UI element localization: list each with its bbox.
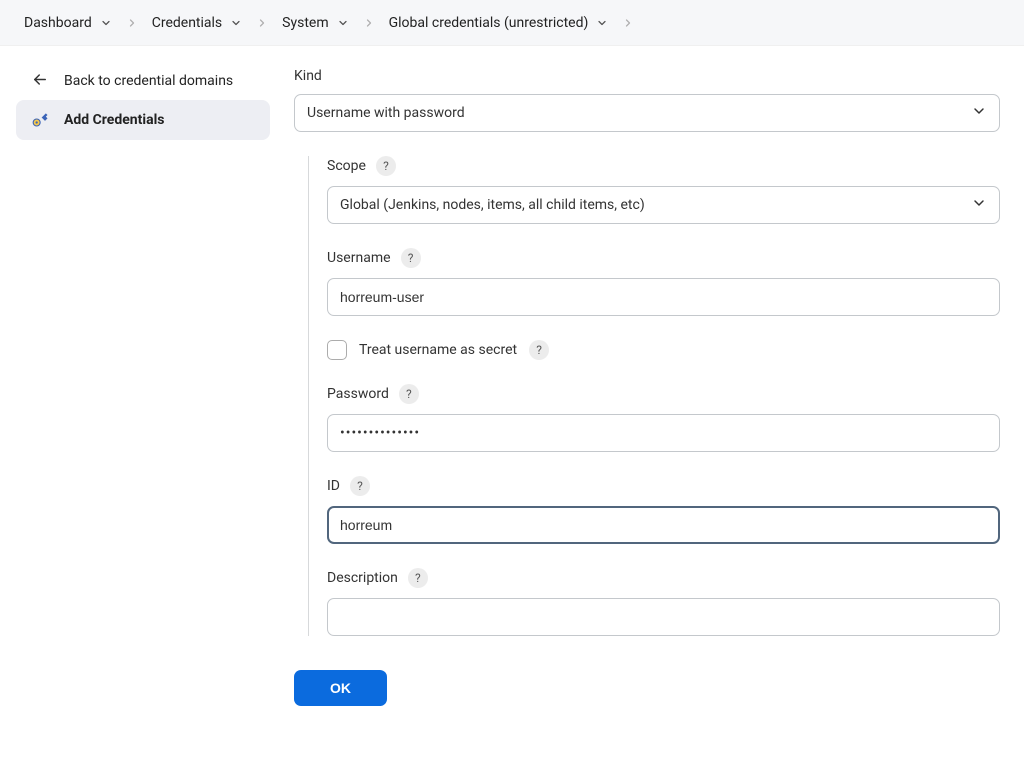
chevron-right-icon — [363, 17, 375, 29]
chevron-down-icon — [971, 103, 987, 123]
scope-label: Scope — [327, 158, 366, 174]
description-label: Description — [327, 570, 398, 586]
id-input[interactable] — [327, 506, 1000, 544]
help-icon[interactable]: ? — [399, 384, 419, 404]
breadcrumb-item-system[interactable]: System — [282, 15, 348, 31]
treat-secret-label: Treat username as secret — [359, 342, 517, 358]
breadcrumb-label: Global credentials (unrestricted) — [389, 15, 589, 31]
breadcrumb-label: Credentials — [152, 15, 222, 31]
breadcrumb-item-dashboard[interactable]: Dashboard — [24, 15, 112, 31]
breadcrumb-item-credentials[interactable]: Credentials — [152, 15, 242, 31]
kind-value: Username with password — [307, 105, 465, 121]
username-label: Username — [327, 250, 391, 266]
sidebar: Back to credential domains Add Credentia… — [0, 46, 286, 768]
breadcrumb-label: System — [282, 15, 328, 31]
chevron-right-icon — [256, 17, 268, 29]
key-icon — [30, 110, 50, 130]
password-value: •••••••••••••• — [340, 425, 420, 441]
chevron-down-icon — [100, 17, 112, 29]
chevron-down-icon — [971, 195, 987, 215]
main-content: Kind Username with password Scope ? Glob… — [286, 46, 1024, 768]
help-icon[interactable]: ? — [376, 156, 396, 176]
help-icon[interactable]: ? — [529, 340, 549, 360]
sidebar-item-label: Add Credentials — [64, 112, 165, 128]
sidebar-item-back[interactable]: Back to credential domains — [16, 62, 270, 100]
treat-secret-checkbox[interactable] — [327, 340, 347, 360]
kind-label: Kind — [294, 68, 322, 84]
ok-button[interactable]: OK — [294, 670, 387, 706]
help-icon[interactable]: ? — [350, 476, 370, 496]
chevron-down-icon — [230, 17, 242, 29]
help-icon[interactable]: ? — [401, 248, 421, 268]
password-label: Password — [327, 386, 389, 402]
chevron-down-icon — [337, 17, 349, 29]
scope-select[interactable]: Global (Jenkins, nodes, items, all child… — [327, 186, 1000, 224]
breadcrumb-item-global[interactable]: Global credentials (unrestricted) — [389, 15, 609, 31]
username-input[interactable] — [327, 278, 1000, 316]
description-input[interactable] — [327, 598, 1000, 636]
id-label: ID — [327, 478, 340, 494]
scope-value: Global (Jenkins, nodes, items, all child… — [340, 197, 645, 213]
breadcrumb-label: Dashboard — [24, 15, 92, 31]
chevron-down-icon — [596, 17, 608, 29]
breadcrumb: Dashboard Credentials System Global cred… — [0, 0, 1024, 46]
help-icon[interactable]: ? — [408, 568, 428, 588]
kind-select[interactable]: Username with password — [294, 94, 1000, 132]
arrow-up-left-icon — [30, 72, 50, 90]
password-input[interactable]: •••••••••••••• — [327, 414, 1000, 452]
chevron-right-icon — [126, 17, 138, 29]
chevron-right-icon — [622, 17, 634, 29]
sidebar-item-label: Back to credential domains — [64, 73, 233, 89]
sidebar-item-add-credentials[interactable]: Add Credentials — [16, 100, 270, 140]
